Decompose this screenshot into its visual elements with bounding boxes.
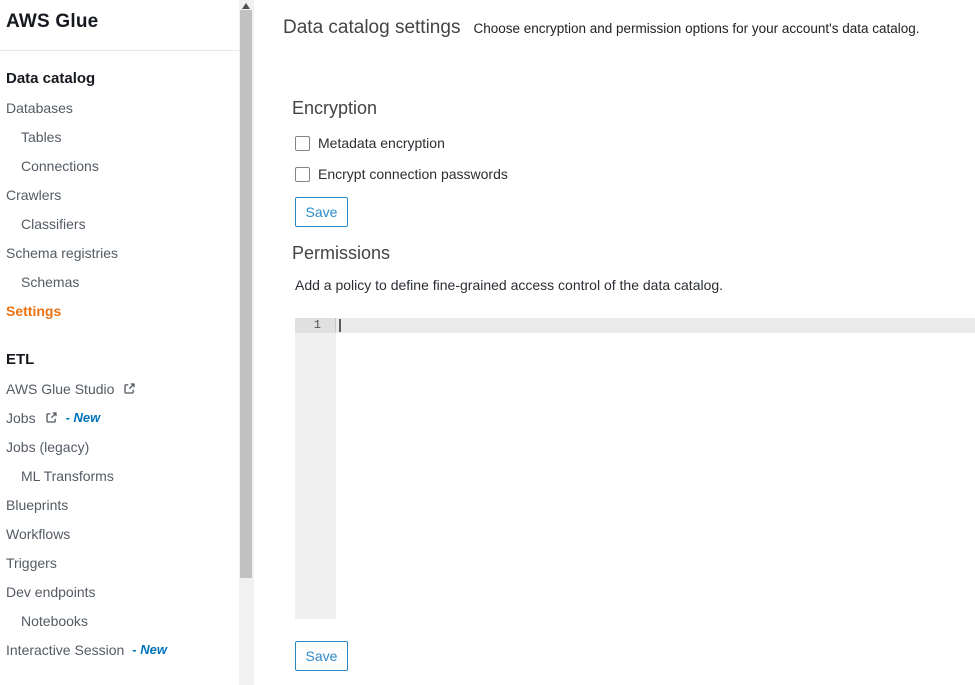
sidebar-scrollbar[interactable]: [239, 0, 254, 685]
sidebar-item-schema-registries[interactable]: Schema registries: [0, 238, 239, 267]
metadata-encryption-checkbox[interactable]: [295, 136, 310, 151]
main-content: Data catalog settings Choose encryption a…: [254, 0, 975, 685]
sidebar-item-blueprints[interactable]: Blueprints: [0, 490, 239, 519]
sidebar-item-label: Dev endpoints: [6, 584, 96, 600]
sidebar-item-label: Notebooks: [21, 613, 88, 629]
permissions-save-button[interactable]: Save: [295, 641, 348, 671]
scroll-up-arrow-icon[interactable]: [242, 3, 250, 9]
sidebar: AWS Glue Data catalog Databases Tables C…: [0, 0, 239, 685]
sidebar-item-tables[interactable]: Tables: [0, 122, 239, 151]
sidebar-item-label: Interactive Session: [6, 642, 124, 658]
sidebar-item-label: Schema registries: [6, 245, 118, 261]
sidebar-item-label: Databases: [6, 100, 73, 116]
new-badge: - New: [66, 410, 101, 425]
sidebar-item-label: ML Transforms: [21, 468, 114, 484]
sidebar-item-label: Connections: [21, 158, 99, 174]
sidebar-item-label: Workflows: [6, 526, 70, 542]
editor-gutter: [295, 318, 336, 619]
sidebar-item-label: Blueprints: [6, 497, 68, 513]
metadata-encryption-label[interactable]: Metadata encryption: [318, 135, 445, 151]
editor-line-number: 1: [295, 318, 336, 333]
nav-section-etl: ETL: [0, 345, 239, 374]
sidebar-item-workflows[interactable]: Workflows: [0, 519, 239, 548]
encrypt-passwords-label[interactable]: Encrypt connection passwords: [318, 166, 508, 182]
permissions-heading: Permissions: [292, 243, 390, 264]
sidebar-item-connections[interactable]: Connections: [0, 151, 239, 180]
app-title[interactable]: AWS Glue: [6, 11, 98, 32]
external-link-icon: [45, 411, 58, 424]
encrypt-passwords-checkbox[interactable]: [295, 167, 310, 182]
sidebar-app-header: AWS Glue: [0, 0, 239, 51]
editor-active-line: [295, 318, 975, 333]
sidebar-item-label: Triggers: [6, 555, 57, 571]
sidebar-item-crawlers[interactable]: Crawlers: [0, 180, 239, 209]
sidebar-item-label: Classifiers: [21, 216, 86, 232]
encryption-heading: Encryption: [292, 98, 377, 119]
sidebar-item-interactive-session[interactable]: Interactive Session - New: [0, 635, 239, 664]
page-title: Data catalog settings: [283, 17, 460, 38]
new-badge: - New: [132, 642, 167, 657]
permissions-description: Add a policy to define fine-grained acce…: [295, 277, 723, 293]
metadata-encryption-row[interactable]: Metadata encryption: [295, 135, 445, 151]
sidebar-item-triggers[interactable]: Triggers: [0, 548, 239, 577]
policy-editor[interactable]: 1: [295, 318, 975, 619]
sidebar-item-label: Jobs: [6, 410, 36, 426]
encryption-save-button[interactable]: Save: [295, 197, 348, 227]
sidebar-item-ml-transforms[interactable]: ML Transforms: [0, 461, 239, 490]
editor-text-cursor: [339, 319, 341, 332]
encrypt-passwords-row[interactable]: Encrypt connection passwords: [295, 166, 508, 182]
sidebar-item-jobs[interactable]: Jobs - New: [0, 403, 239, 432]
sidebar-item-label: Crawlers: [6, 187, 61, 203]
sidebar-item-schemas[interactable]: Schemas: [0, 267, 239, 296]
sidebar-item-jobs-legacy[interactable]: Jobs (legacy): [0, 432, 239, 461]
nav-section-data-catalog: Data catalog: [0, 64, 239, 93]
sidebar-item-notebooks[interactable]: Notebooks: [0, 606, 239, 635]
sidebar-item-settings[interactable]: Settings: [0, 296, 239, 325]
sidebar-item-label: AWS Glue Studio: [6, 381, 114, 397]
sidebar-item-label: Schemas: [21, 274, 79, 290]
sidebar-item-label: Jobs (legacy): [6, 439, 89, 455]
sidebar-item-classifiers[interactable]: Classifiers: [0, 209, 239, 238]
scrollbar-thumb[interactable]: [240, 10, 252, 578]
page-header: Data catalog settings Choose encryption a…: [283, 17, 920, 39]
sidebar-nav: Data catalog Databases Tables Connection…: [0, 64, 239, 664]
sidebar-item-dev-endpoints[interactable]: Dev endpoints: [0, 577, 239, 606]
page-subtitle: Choose encryption and permission options…: [473, 21, 919, 36]
external-link-icon: [123, 382, 136, 395]
sidebar-item-label: Settings: [6, 303, 61, 319]
sidebar-item-databases[interactable]: Databases: [0, 93, 239, 122]
sidebar-item-label: Tables: [21, 129, 61, 145]
sidebar-item-aws-glue-studio[interactable]: AWS Glue Studio: [0, 374, 239, 403]
